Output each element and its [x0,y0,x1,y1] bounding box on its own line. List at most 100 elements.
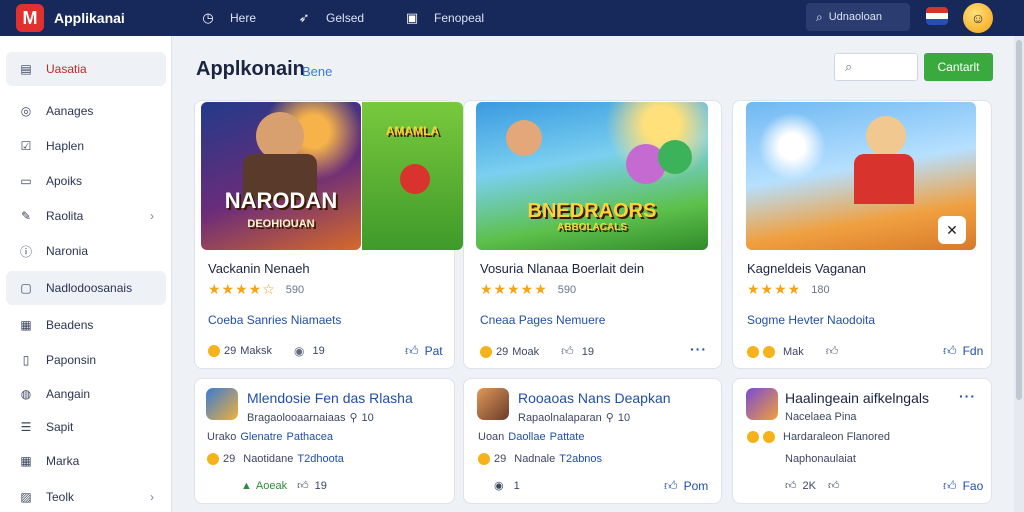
sidebar-item-13[interactable]: ▨ Teolk › [6,480,166,512]
game-thumbnail-secondary[interactable]: AMAMLA [362,102,463,250]
tag-link[interactable]: Daollae [508,431,545,443]
app-title[interactable]: Mlendosie Fen das Rlasha [247,390,413,406]
app-stats-row: 29 Nadnale T2abnos [478,453,602,465]
sidebar-item-2[interactable]: ◎ Aanages [6,94,166,128]
app-subtitle: Rapaolnalaparan [518,411,602,424]
sidebar-item-label: Haplen [46,139,85,153]
search-icon: ⚲ [605,412,614,424]
sidebar-item-label: Aangain [46,387,91,401]
app-subtitle-row: Rapaolnalaparan ⚲ 10 [518,411,631,425]
more-options-button[interactable]: ··· [959,388,976,404]
rating: ★★★★☆ 590 [208,281,304,298]
app-tags-row: Uoan Daollae Pattate [478,431,584,443]
app-count: 10 [617,411,631,424]
character-head [506,120,542,156]
top-nav-item-2[interactable]: ➶ Gelsed [296,10,364,26]
tag-link[interactable]: Pathacea [287,431,333,443]
sidebar-item-12[interactable]: ▦ Marka [6,444,166,478]
sidebar-item-label: Apoiks [46,174,83,188]
coin-count: 29 [224,345,237,357]
like-button[interactable]: 👍︎ Pom [664,478,708,494]
tag-link[interactable]: Glenatre [240,431,282,443]
star-rating-icon: ★★★★☆ [208,281,276,297]
search-input[interactable]: ⌕ [834,53,918,81]
message-icon: ▣ [405,10,419,25]
sidebar-item-label: Sapit [46,420,74,434]
language-flag-icon[interactable] [926,7,948,25]
character-head [866,116,906,156]
thumbnail-subtitle: ABBOLACALS [557,222,627,233]
thumbnail-title: NARODAN [224,188,338,213]
sidebar-item-6[interactable]: ⓘ Naronia [6,234,166,268]
featured-card-2[interactable]: BNEDRAORS ABBOLACALS Vosuria Nlanaa Boer… [463,100,722,369]
star-rating-icon: ★★★★ [747,281,802,297]
sidebar-item-4[interactable]: ▭ Apoiks [6,164,166,198]
primary-action-button[interactable]: Cantarlt [924,53,993,81]
app-card-1[interactable]: Mlendosie Fen das Rlasha Bragaolooaarnai… [194,378,455,504]
top-nav-item-1[interactable]: ◷ Here [200,10,256,26]
sidebar-item-8[interactable]: ▦ Beadens [6,308,166,342]
search-icon: ⌕ [816,9,823,24]
sidebar-item-3[interactable]: ☑ Haplen [6,129,166,163]
like-count: 19 [314,479,327,492]
coin-label: Mak [783,345,804,358]
character-icon [400,164,430,194]
coin-label: Maksk [240,345,273,357]
top-search-button[interactable]: ⌕ Udnaoloan [806,3,910,31]
coin-count: 29 [496,345,509,358]
game-thumbnail[interactable]: NARODAN DEOHIOUAN [201,102,361,250]
scrollbar-thumb[interactable] [1016,40,1022,400]
rating: ★★★★ 180 [747,281,830,298]
sidebar-item-9[interactable]: ▯ Paponsin [6,343,166,377]
like-button[interactable]: 👍︎ Fdn [943,343,983,359]
stat-link[interactable]: T2abnos [559,453,602,465]
coin-label: Moak [512,345,540,358]
card-link[interactable]: Coeba Sanries Niamaets [208,313,341,327]
top-nav-item-3[interactable]: ▣ Fenopeal [404,10,484,26]
page-subtitle-link[interactable]: Bene [302,64,332,79]
coin-icon [480,345,492,358]
like-button[interactable]: 👍︎ Fao [943,478,983,494]
featured-card-3[interactable]: ✕ Kagneldeis Vaganan ★★★★ 180 Sogme Hevt… [732,100,992,369]
game-thumbnail[interactable]: ✕ [746,102,976,250]
coin-count: 29 [223,453,236,465]
app-badge-row: 👍︎ 2K 👍︎ [785,479,839,493]
sidebar-item-label: Beadens [46,318,94,332]
app-title[interactable]: Haalingeain aifkelngals [785,390,929,406]
more-options-button[interactable]: ··· [690,341,707,357]
app-card-3[interactable]: Haalingeain aifkelngals ··· Nacelaea Pin… [732,378,992,504]
coin-icon [207,453,219,465]
app-stats-row: 29 Naotidane T2dhoota [207,453,344,465]
sidebar-item-11[interactable]: ☰ Sapit [6,410,166,444]
featured-card-1[interactable]: NARODAN DEOHIOUAN AMAMLA Vackanin Nenaeh… [194,100,463,369]
app-logo[interactable]: M [16,4,44,32]
gamepad-icon: ◉ [494,480,504,492]
store-icon: ▤ [20,62,32,76]
sidebar-item-1[interactable]: ▤ Uasatia [6,52,166,86]
sidebar-item-5[interactable]: ✎ Raolita › [6,199,166,233]
game-thumbnail[interactable]: BNEDRAORS ABBOLACALS [476,102,708,250]
tag-link[interactable]: Pattate [550,431,585,443]
stat-link[interactable]: T2dhoota [297,453,343,465]
sidebar-item-label: Teolk [46,490,75,504]
emoji-icon [747,431,759,443]
star-rating-icon: ★★★★★ [480,281,548,297]
user-avatar[interactable]: ☺ [963,3,993,33]
card-link[interactable]: Cneaa Pages Nemuere [480,313,605,327]
player-count: 19 [312,345,325,357]
app-card-2[interactable]: Rooaoas Nans Deapkan Rapaolnalaparan ⚲ 1… [463,378,722,504]
sidebar-item-10[interactable]: ◍ Aangain [6,377,166,411]
like-button[interactable]: 👍︎ Pat [405,343,443,359]
sidebar-item-7[interactable]: ▢ Nadlodoosanais [6,271,166,305]
sidebar-item-label: Naronia [46,244,89,258]
rating-value: 590 [557,283,577,296]
stat-label: Nadnale [514,453,556,465]
app-title[interactable]: Rooaoas Nans Deapkan [518,390,671,406]
trend-icon: ▲ [241,479,252,492]
card-link[interactable]: Sogme Hevter Naodoita [747,313,875,327]
sidebar-item-label: Marka [46,454,80,468]
close-icon[interactable]: ✕ [938,216,966,244]
emoji-icon [763,431,775,443]
sidebar-item-label: Raolita [46,209,84,223]
sidebar: ▤ Uasatia ◎ Aanages ☑ Haplen ▭ Apoiks ✎ … [0,36,172,512]
